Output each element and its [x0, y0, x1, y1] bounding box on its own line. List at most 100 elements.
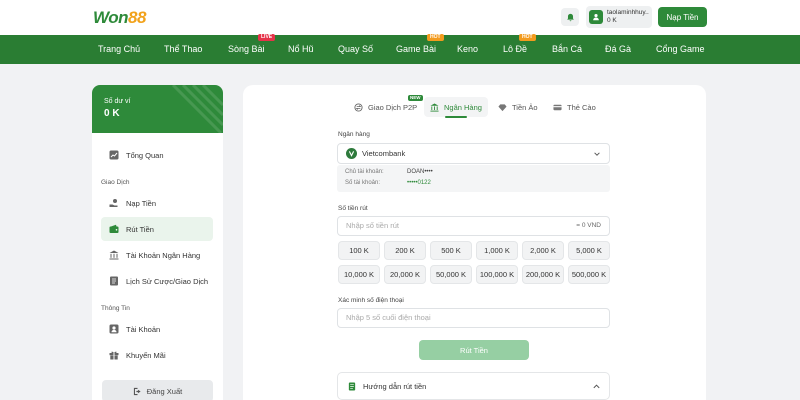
sidebar-item-deposit[interactable]: Nạp Tiền	[101, 191, 213, 215]
section-title-transactions: Giao Dịch	[101, 179, 130, 186]
gift-icon	[109, 350, 119, 360]
deposit-button[interactable]: Nạp Tiền	[658, 7, 707, 27]
nav-label: Cổng Game	[656, 44, 705, 54]
chevron-up-icon	[593, 384, 600, 389]
guide-label: Hướng dẫn rút tiền	[363, 381, 427, 391]
logout-icon	[133, 387, 141, 395]
sidebar-item-label: Tài Khoản	[126, 324, 161, 334]
hot-badge: HOT	[427, 34, 444, 41]
quick-amount-chip[interactable]: 10,000 K	[338, 265, 380, 284]
diamond-icon	[498, 103, 507, 112]
quick-amount-chip[interactable]: 2,000 K	[522, 241, 564, 260]
nav-item-card-games[interactable]: Game Bài HOT	[396, 34, 444, 64]
user-account-box[interactable]: taolaminhhuy... 0 K	[586, 6, 652, 28]
chart-icon	[109, 150, 119, 160]
withdraw-guide-accordion[interactable]: Hướng dẫn rút tiền	[337, 372, 610, 400]
amount-label: Số tiền rút	[338, 205, 368, 212]
wallet-icon	[109, 224, 119, 234]
bell-icon	[566, 13, 574, 21]
nav-item-casino[interactable]: Sòng Bài LIVE	[228, 34, 276, 64]
sidebar-item-promotions[interactable]: Khuyến Mãi	[101, 343, 213, 367]
tab-label: Giao Dịch P2P	[368, 102, 418, 112]
vietcombank-logo-icon	[346, 148, 357, 159]
user-icon	[109, 324, 119, 334]
sidebar-item-label: Nạp Tiền	[126, 198, 157, 208]
top-header: Won 88 taolaminhhuy... 0 K Nạp Tiền	[0, 0, 800, 35]
live-badge: LIVE	[258, 34, 276, 41]
withdraw-submit-button[interactable]: Rút Tiền	[419, 340, 529, 360]
phone-verify-input[interactable]: Nhập 5 số cuối điện thoại	[337, 308, 610, 328]
quick-amount-chip[interactable]: 50,000 K	[430, 265, 472, 284]
quick-amount-chip[interactable]: 100,000 K	[476, 265, 518, 284]
nav-item-lottery[interactable]: Quay Số	[338, 35, 373, 64]
header-balance: 0 K	[607, 17, 617, 24]
nav-label: Trang Chủ	[98, 44, 141, 54]
sidebar-item-withdraw[interactable]: Rút Tiền	[101, 217, 213, 241]
nav-label: Keno	[457, 44, 479, 54]
tab-bank[interactable]: Ngân Hàng	[424, 97, 488, 117]
tab-label: Ngân Hàng	[444, 102, 482, 112]
quick-amount-chip[interactable]: 500,000 K	[568, 265, 610, 284]
nav-label: Quay Số	[338, 44, 374, 54]
quick-amount-chip[interactable]: 5,000 K	[568, 241, 610, 260]
logout-label: Đăng Xuất	[146, 386, 183, 396]
holder-label: Chủ tài khoản:	[345, 169, 384, 175]
wallet-balance-card: Số dư ví 0 K	[92, 85, 223, 133]
bank-icon	[430, 102, 439, 112]
tab-scratch-card[interactable]: Thẻ Cào	[553, 97, 596, 117]
quick-amount-chip[interactable]: 1,000 K	[476, 241, 518, 260]
nav-item-fishing[interactable]: Bắn Cá	[552, 35, 582, 64]
nav-item-slots[interactable]: Nổ Hũ	[288, 35, 314, 64]
username: taolaminhhuy...	[607, 9, 649, 16]
phone-placeholder: Nhập 5 số cuối điện thoại	[346, 313, 431, 322]
nav-label: Thể Thao	[164, 44, 203, 54]
nav-label: Game Bài	[396, 44, 437, 54]
user-icon	[593, 13, 599, 21]
nav-item-lo-de[interactable]: Lô Đề HOT	[503, 34, 536, 64]
bank-selected-value: Vietcombank	[362, 149, 406, 158]
holder-value: DOAN••••	[407, 169, 433, 175]
sidebar-item-history[interactable]: Lịch Sử Cược/Giao Dịch	[101, 269, 213, 293]
quick-amount-chip[interactable]: 200 K	[384, 241, 426, 260]
bank-icon	[109, 250, 119, 260]
card-icon	[553, 103, 562, 112]
logo-text-won: Won	[93, 8, 129, 27]
nav-item-cockfight[interactable]: Đá Gà	[605, 35, 631, 64]
sidebar-item-overview[interactable]: Tổng Quan	[101, 143, 213, 167]
quick-amount-chip[interactable]: 20,000 K	[384, 265, 426, 284]
quick-amount-chip[interactable]: 200,000 K	[522, 265, 564, 284]
main-nav: Trang Chủ Thể Thao Sòng Bài LIVE Nổ Hũ Qu…	[0, 34, 800, 64]
hand-coin-icon	[109, 198, 119, 208]
phone-verify-label: Xác minh số điện thoại	[338, 297, 404, 304]
tab-label: Thẻ Cào	[567, 102, 596, 112]
section-title-info: Thông Tin	[101, 305, 130, 312]
hot-badge: HOT	[519, 34, 536, 41]
nav-label: Đá Gà	[605, 44, 632, 54]
document-icon	[348, 381, 356, 391]
nav-item-keno[interactable]: Keno	[457, 35, 478, 64]
avatar	[589, 10, 603, 24]
quick-amount-chip[interactable]: 100 K	[338, 241, 380, 260]
account-number-value: •••••0122	[407, 180, 431, 186]
sidebar-item-bank-account[interactable]: Tài Khoản Ngân Hàng	[101, 243, 213, 267]
chevron-down-icon	[594, 152, 600, 156]
sidebar-item-account[interactable]: Tài Khoản	[101, 317, 213, 341]
nav-label: Lô Đề	[503, 44, 528, 54]
won88-logo[interactable]: Won 88	[93, 7, 146, 29]
nav-item-game-portal[interactable]: Cổng Game	[656, 35, 705, 64]
quick-amount-chip[interactable]: 500 K	[430, 241, 472, 260]
tab-crypto[interactable]: Tiền Ảo	[498, 97, 538, 117]
nav-item-sports[interactable]: Thể Thao	[164, 35, 202, 64]
notification-bell-button[interactable]	[561, 8, 579, 26]
sidebar-item-label: Rút Tiền	[126, 224, 154, 234]
nav-item-home[interactable]: Trang Chủ	[98, 35, 140, 64]
logout-button[interactable]: Đăng Xuất	[102, 380, 213, 400]
amount-input[interactable]: Nhập số tiền rút = 0 VND	[337, 216, 610, 236]
sidebar-item-label: Tổng Quan	[126, 150, 164, 160]
sidebar-item-label: Khuyến Mãi	[126, 350, 166, 360]
amount-placeholder: Nhập số tiền rút	[346, 221, 399, 230]
bank-select[interactable]: Vietcombank	[337, 143, 610, 164]
account-number-label: Số tài khoản:	[345, 180, 381, 186]
account-sidebar: Số dư ví 0 K Tổng Quan Giao Dịch Nạp Tiề…	[92, 85, 223, 400]
tab-label: Tiền Ảo	[512, 102, 538, 112]
